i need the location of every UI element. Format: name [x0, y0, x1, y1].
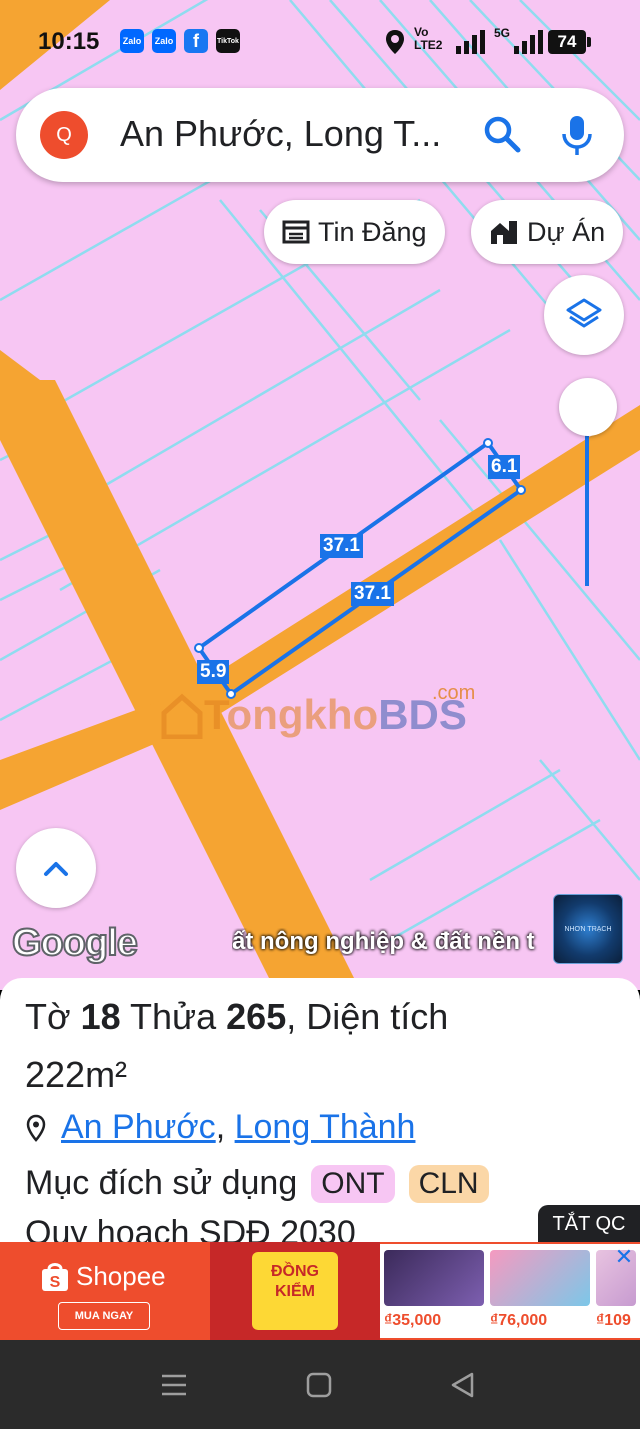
land-use: Mục đích sử dụng ONT CLN — [25, 1164, 489, 1203]
tiktok-icon: TikTok — [216, 29, 240, 53]
status-time: 10:15 — [38, 28, 100, 55]
ward-link[interactable]: An Phước — [61, 1108, 216, 1146]
promo-line-1: ĐỒNG — [271, 1263, 319, 1280]
buy-now-button[interactable]: MUA NGAY — [58, 1302, 150, 1330]
district-link[interactable]: Long Thành — [235, 1108, 416, 1146]
status-bar: 10:15 Zalo Zalo f TikTok Vo LTE2 5G 74 — [0, 0, 640, 84]
search-bar[interactable]: Q An Phước, Long T... — [16, 88, 624, 182]
measure-label-north: 6.1 — [488, 455, 521, 479]
house-logo-icon — [161, 693, 203, 739]
measure-label-west: 37.1 — [320, 534, 363, 558]
product-item[interactable]: ₫76,000 — [490, 1250, 590, 1332]
facebook-icon: f — [184, 29, 208, 53]
shopee-label: Shopee — [76, 1260, 166, 1291]
chevron-up-icon — [44, 862, 68, 876]
svg-text:S: S — [50, 1274, 61, 1291]
sheet-number: 18 — [80, 996, 121, 1037]
plot-number: 265 — [226, 996, 287, 1037]
product-image — [490, 1250, 590, 1306]
location-separator: , — [215, 1108, 226, 1146]
projects-chip[interactable]: Dự Án — [471, 200, 624, 264]
recent-apps-icon[interactable] — [160, 1372, 188, 1398]
promo-panel[interactable]: ĐỒNG KIỂM — [210, 1242, 380, 1340]
product-item[interactable]: ₫35,000 — [384, 1250, 484, 1332]
zalo-icon: Zalo — [120, 29, 144, 53]
listings-icon — [282, 220, 310, 244]
shopee-ad-panel[interactable]: S Shopee MUA NGAY — [0, 1242, 210, 1340]
product-price: ₫76,000 — [490, 1312, 548, 1329]
map-caption: ất nông nghiệp & đất nền t — [232, 928, 535, 955]
thumbnail-label: NHƠN TRẠCH — [564, 925, 612, 933]
watermark-logo: Tongkho BDS — [160, 685, 467, 745]
layers-icon — [566, 298, 602, 328]
shopping-bag-icon: S — [42, 1263, 68, 1291]
projects-chip-label: Dự Án — [527, 216, 606, 247]
promo-line-2: KIỂM — [275, 1283, 315, 1300]
area-text: , Diện tích — [286, 996, 449, 1037]
system-nav-bar — [0, 1340, 640, 1429]
listings-chip-label: Tin Đăng — [318, 216, 427, 247]
search-input[interactable]: An Phước, Long T... — [120, 113, 441, 155]
product-price: ₫109 — [596, 1312, 631, 1329]
network-label-right: 5G — [494, 26, 511, 40]
opacity-slider-track[interactable] — [585, 420, 589, 586]
land-use-tag-cln[interactable]: CLN — [408, 1164, 489, 1203]
parcel-location: An Phước, Long Thành — [25, 1108, 415, 1147]
expand-button[interactable] — [16, 828, 96, 908]
product-image — [384, 1250, 484, 1306]
battery-indicator: 74 — [548, 30, 591, 54]
signal-strength-icon — [456, 30, 485, 54]
ad-banner[interactable]: S Shopee MUA NGAY ĐỒNG KIỂM ₫35,000 ₫76,… — [0, 1242, 640, 1340]
product-price: ₫35,000 — [384, 1312, 442, 1329]
home-icon[interactable] — [305, 1371, 333, 1399]
shopee-brand: S Shopee — [40, 1260, 166, 1292]
map-thumbnail[interactable]: NHƠN TRẠCH — [553, 894, 623, 964]
land-use-tag-ont[interactable]: ONT — [311, 1164, 395, 1203]
microphone-icon[interactable] — [559, 114, 595, 158]
signal-strength-icon — [514, 30, 543, 54]
land-use-label: Mục đích sử dụng — [25, 1164, 298, 1202]
parcel-title: Tờ 18 Thửa 265, Diện tích — [25, 996, 448, 1038]
parcel-area: 222m² — [25, 1054, 128, 1095]
building-icon — [491, 221, 517, 244]
hide-ads-button[interactable]: TẮT QC — [538, 1205, 640, 1243]
google-logo: Google — [11, 921, 139, 965]
measure-label-south: 5.9 — [197, 660, 230, 684]
promo-badge: ĐỒNG KIỂM — [252, 1252, 338, 1330]
search-icon[interactable] — [482, 114, 522, 154]
product-list[interactable]: ₫35,000 ₫76,000 ₫109 — [380, 1242, 640, 1340]
network-label-left: Vo LTE2 — [414, 25, 443, 52]
back-icon[interactable] — [448, 1371, 476, 1399]
planning-title: Quy hoạch SDĐ 2030 — [25, 1214, 356, 1242]
opacity-slider-handle[interactable] — [559, 378, 617, 436]
location-icon — [386, 30, 404, 54]
watermark-domain: .com — [432, 682, 476, 704]
app-logo[interactable]: Q — [40, 111, 88, 159]
watermark-text-left: Tongkho — [204, 691, 379, 738]
plot-text: Thửa — [120, 996, 227, 1037]
measure-label-east: 37.1 — [351, 582, 394, 606]
zalo-icon: Zalo — [152, 29, 176, 53]
layers-button[interactable] — [544, 275, 624, 355]
location-pin-icon — [26, 1114, 46, 1142]
parcel-info-sheet[interactable]: Tờ 18 Thửa 265, Diện tích 222m² An Phước… — [0, 978, 640, 1242]
sheet-text: Tờ — [25, 996, 81, 1037]
close-ad-icon[interactable]: ✕ — [612, 1246, 636, 1270]
listings-chip[interactable]: Tin Đăng — [264, 200, 445, 264]
